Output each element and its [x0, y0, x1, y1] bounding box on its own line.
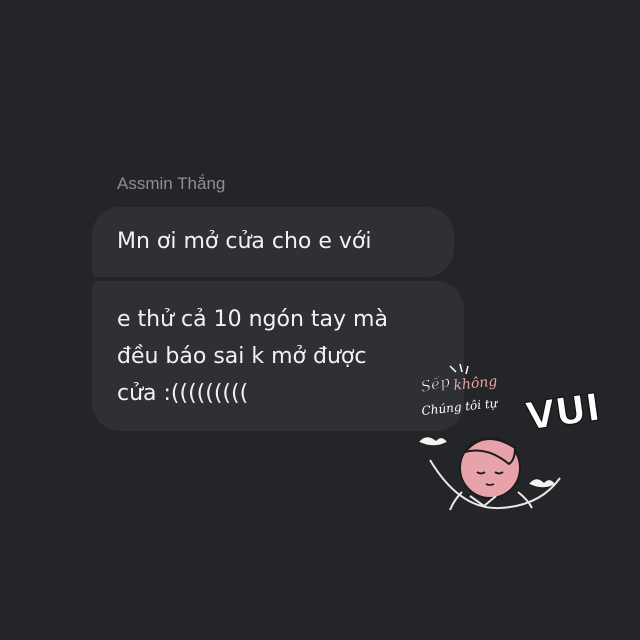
watermark-text-top: Sếp	[419, 372, 452, 396]
message-text-line: e thử cả 10 ngón tay mà	[117, 307, 388, 332]
message-bubble[interactable]: e thử cả 10 ngón tay mà đều báo sai k mở…	[92, 281, 464, 431]
chat-canvas: Assmin Thắng Mn ơi mở cửa cho e với e th…	[0, 0, 640, 640]
watermark-text-big: VUI	[523, 385, 600, 439]
watermark-text-middle: Chúng tôi tự	[421, 396, 499, 418]
watermark-text-top-accent: không	[453, 373, 498, 394]
message-text: Mn ơi mở cửa cho e với	[117, 229, 372, 254]
message-bubble[interactable]: Mn ơi mở cửa cho e với	[92, 207, 454, 277]
sender-name: Assmin Thắng	[117, 174, 226, 193]
character-illustration	[449, 437, 533, 511]
cloud-icon	[416, 435, 450, 447]
watermark-logo: Sếp không Chúng tôi tự VUI	[416, 363, 600, 511]
